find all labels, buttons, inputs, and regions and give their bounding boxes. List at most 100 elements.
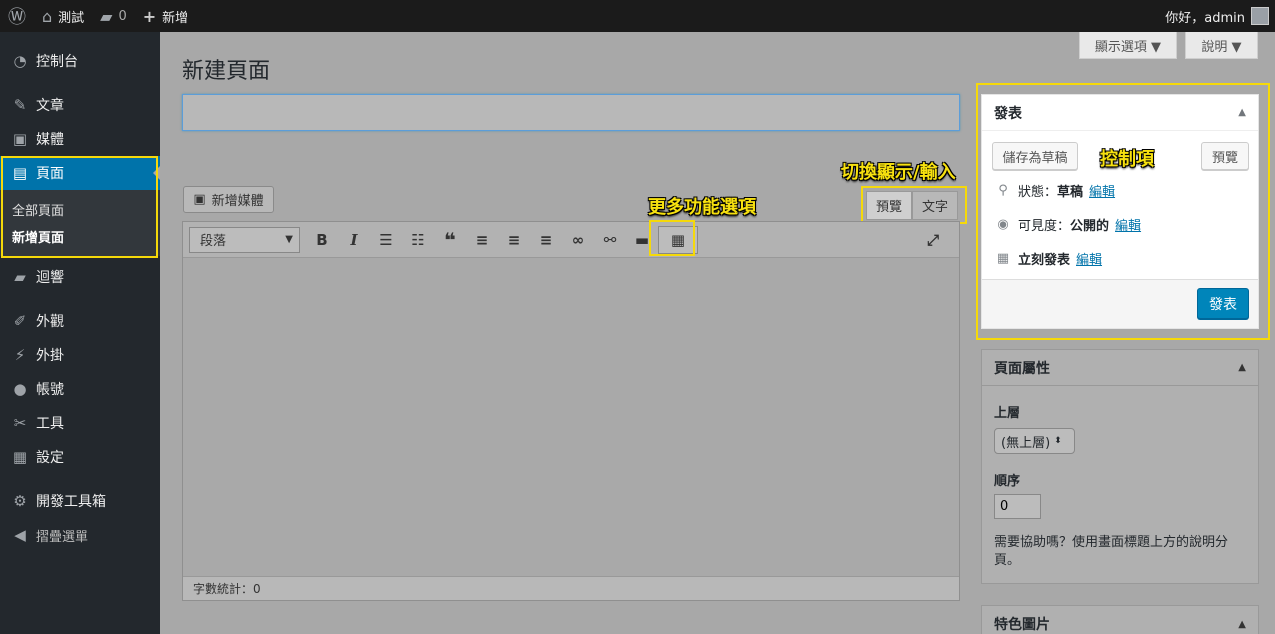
status-label: 狀態：	[1018, 185, 1058, 200]
tab-text[interactable]: 文字	[912, 191, 959, 220]
publish-button[interactable]: 發表	[1197, 288, 1249, 319]
collapse-arrow-icon[interactable]: ▲	[1238, 362, 1246, 373]
save-draft-button[interactable]: 儲存為草稿	[992, 142, 1078, 170]
sidebar-item-label: 帳號	[36, 382, 64, 398]
toolbar-toggle-icon[interactable]: ▦	[658, 225, 698, 254]
fullscreen-icon[interactable]: ⤢	[917, 226, 949, 254]
title-input[interactable]	[182, 94, 960, 131]
media-icon: ▣	[12, 130, 28, 148]
add-media-button[interactable]: ▣ 新增媒體	[183, 186, 274, 213]
link-icon[interactable]: ∞	[562, 226, 594, 254]
sidebar-item-media[interactable]: ▣ 媒體	[0, 122, 160, 156]
sidebar-item-appearance[interactable]: ✐ 外觀	[0, 304, 160, 338]
sidebar-item-dashboard[interactable]: ◔ 控制台	[0, 44, 160, 78]
sidebar-item-label: 外觀	[36, 314, 64, 330]
publish-box-header[interactable]: 發表 ▲	[982, 95, 1258, 131]
align-right-icon[interactable]: ≡	[530, 226, 562, 254]
bullet-list-icon[interactable]: ☰	[370, 226, 402, 254]
submenu-all-pages[interactable]: 全部頁面	[0, 196, 160, 223]
user-icon: ●	[13, 380, 27, 398]
blockquote-icon[interactable]: ❝	[434, 226, 466, 254]
callout-switch-mode: 切換顯示/輸入	[841, 162, 956, 183]
callout-controls: 控制項	[1100, 149, 1154, 170]
page-attributes-header[interactable]: 頁面屬性 ▲	[982, 350, 1258, 386]
gear-icon: ⚙	[13, 492, 27, 510]
sidebar-item-posts[interactable]: ✎ 文章	[0, 88, 160, 122]
new-label: 新增	[162, 10, 189, 26]
callout-more-options: 更多功能選項	[648, 197, 756, 218]
schedule-label: 立刻發表	[1018, 253, 1071, 268]
brush-icon: ✐	[13, 312, 27, 330]
preview-button[interactable]: 預覽	[1201, 142, 1249, 170]
sidebar-item-label: 迴響	[36, 270, 64, 286]
unlink-icon[interactable]: ⚯	[594, 226, 626, 254]
pin-icon: ⚲	[998, 183, 1008, 198]
edit-schedule-link[interactable]: 編輯	[1076, 249, 1102, 268]
page-icon: ▤	[12, 164, 28, 182]
help-button[interactable]: 說明 ▼	[1185, 32, 1258, 59]
visibility-label: 可見度：	[1018, 219, 1071, 234]
sidebar-item-label: 外掛	[36, 348, 64, 364]
publish-box: 發表 ▲ 儲存為草稿 控制項 預覽 ⚲ 狀態： 草稿 編輯 ◉ 可見度： 公開的…	[981, 94, 1259, 329]
tab-visual[interactable]: 預覽	[866, 191, 913, 220]
editor-content-area[interactable]	[183, 258, 959, 576]
screen-options-button[interactable]: 顯示選項 ▼	[1079, 32, 1177, 59]
sidebar-item-tools[interactable]: ✂ 工具	[0, 406, 160, 440]
read-more-icon[interactable]: ▬	[626, 226, 658, 254]
visibility-value: 公開的	[1070, 219, 1110, 234]
featured-image-header[interactable]: 特色圖片 ▲	[982, 606, 1258, 634]
edit-visibility-link[interactable]: 編輯	[1115, 215, 1141, 234]
sidebar-item-dev-toolbox[interactable]: ⚙ 開發工具箱	[0, 484, 160, 518]
new-content-link[interactable]: + 新增	[135, 0, 196, 32]
sidebar-item-collapse[interactable]: ◀ 摺疊選單	[0, 518, 160, 552]
schedule-row: ▦ 立刻發表 編輯	[994, 249, 1102, 268]
sidebar-item-settings[interactable]: ▦ 設定	[0, 440, 160, 474]
site-name-link[interactable]: ⌂ 測試	[34, 0, 92, 32]
pin-icon: ✎	[13, 96, 27, 114]
order-input[interactable]	[994, 494, 1041, 519]
sidebar-item-plugins[interactable]: ⚡ 外掛	[0, 338, 160, 372]
italic-icon[interactable]: I	[338, 226, 370, 254]
collapse-arrow-icon[interactable]: ▲	[1238, 619, 1246, 630]
align-center-icon[interactable]: ≡	[498, 226, 530, 254]
parent-select[interactable]: (無上層) ⬍	[994, 428, 1075, 454]
add-media-label: 新增媒體	[211, 194, 264, 209]
admin-bar: Ⓦ ⌂ 測試 ▰ 0 + 新增 你好，admin	[0, 0, 1275, 32]
site-name: 測試	[58, 10, 85, 26]
sidebar-item-pages[interactable]: ▤ 頁面	[0, 156, 160, 190]
comment-icon: ▰	[14, 268, 26, 286]
numbered-list-icon[interactable]: ☷	[402, 226, 434, 254]
sidebar-item-label: 開發工具箱	[36, 494, 106, 510]
edit-status-link[interactable]: 編輯	[1089, 181, 1115, 200]
sidebar-item-label: 摺疊選單	[36, 529, 89, 545]
featured-image-box: 特色圖片 ▲	[981, 605, 1259, 634]
sidebar-item-label: 控制台	[36, 54, 78, 70]
format-select[interactable]: 段落 ▼	[189, 226, 300, 253]
comments-count: 0	[118, 8, 127, 24]
wordpress-logo-icon[interactable]: Ⓦ	[0, 0, 34, 32]
sidebar-item-users[interactable]: ● 帳號	[0, 372, 160, 406]
dashboard-icon: ◔	[13, 52, 27, 70]
bold-icon[interactable]: B	[306, 226, 338, 254]
eye-icon: ◉	[997, 217, 1009, 232]
pages-submenu: 全部頁面 新增頁面	[0, 190, 160, 256]
collapse-arrow-icon[interactable]: ▲	[1238, 107, 1246, 118]
avatar[interactable]	[1251, 7, 1269, 25]
greeting[interactable]: 你好，admin	[1165, 7, 1245, 26]
align-left-icon[interactable]: ≡	[466, 226, 498, 254]
editor-tabs: 預覽 文字	[866, 191, 959, 220]
parent-label: 上層	[994, 406, 1021, 421]
plugin-icon: ⚡	[14, 346, 26, 364]
collapse-icon: ◀	[14, 526, 26, 544]
status-row: ⚲ 狀態： 草稿 編輯	[994, 181, 1115, 200]
comments-link[interactable]: ▰ 0	[92, 0, 135, 32]
content-editor: 段落 ▼ B I ☰ ☷ ❝ ≡ ≡ ≡ ∞ ⚯ ▬ ▦ ⤢ 字數統計：0	[182, 221, 960, 601]
sidebar-item-label: 頁面	[36, 166, 64, 182]
featured-image-title: 特色圖片	[994, 617, 1050, 633]
sidebar-item-comments[interactable]: ▰ 迴響	[0, 260, 160, 294]
plus-icon: +	[142, 6, 157, 26]
sidebar-item-label: 媒體	[36, 132, 64, 148]
media-icon: ▣	[193, 192, 206, 207]
order-label: 順序	[994, 474, 1021, 489]
submenu-add-new[interactable]: 新增頁面	[0, 223, 160, 250]
